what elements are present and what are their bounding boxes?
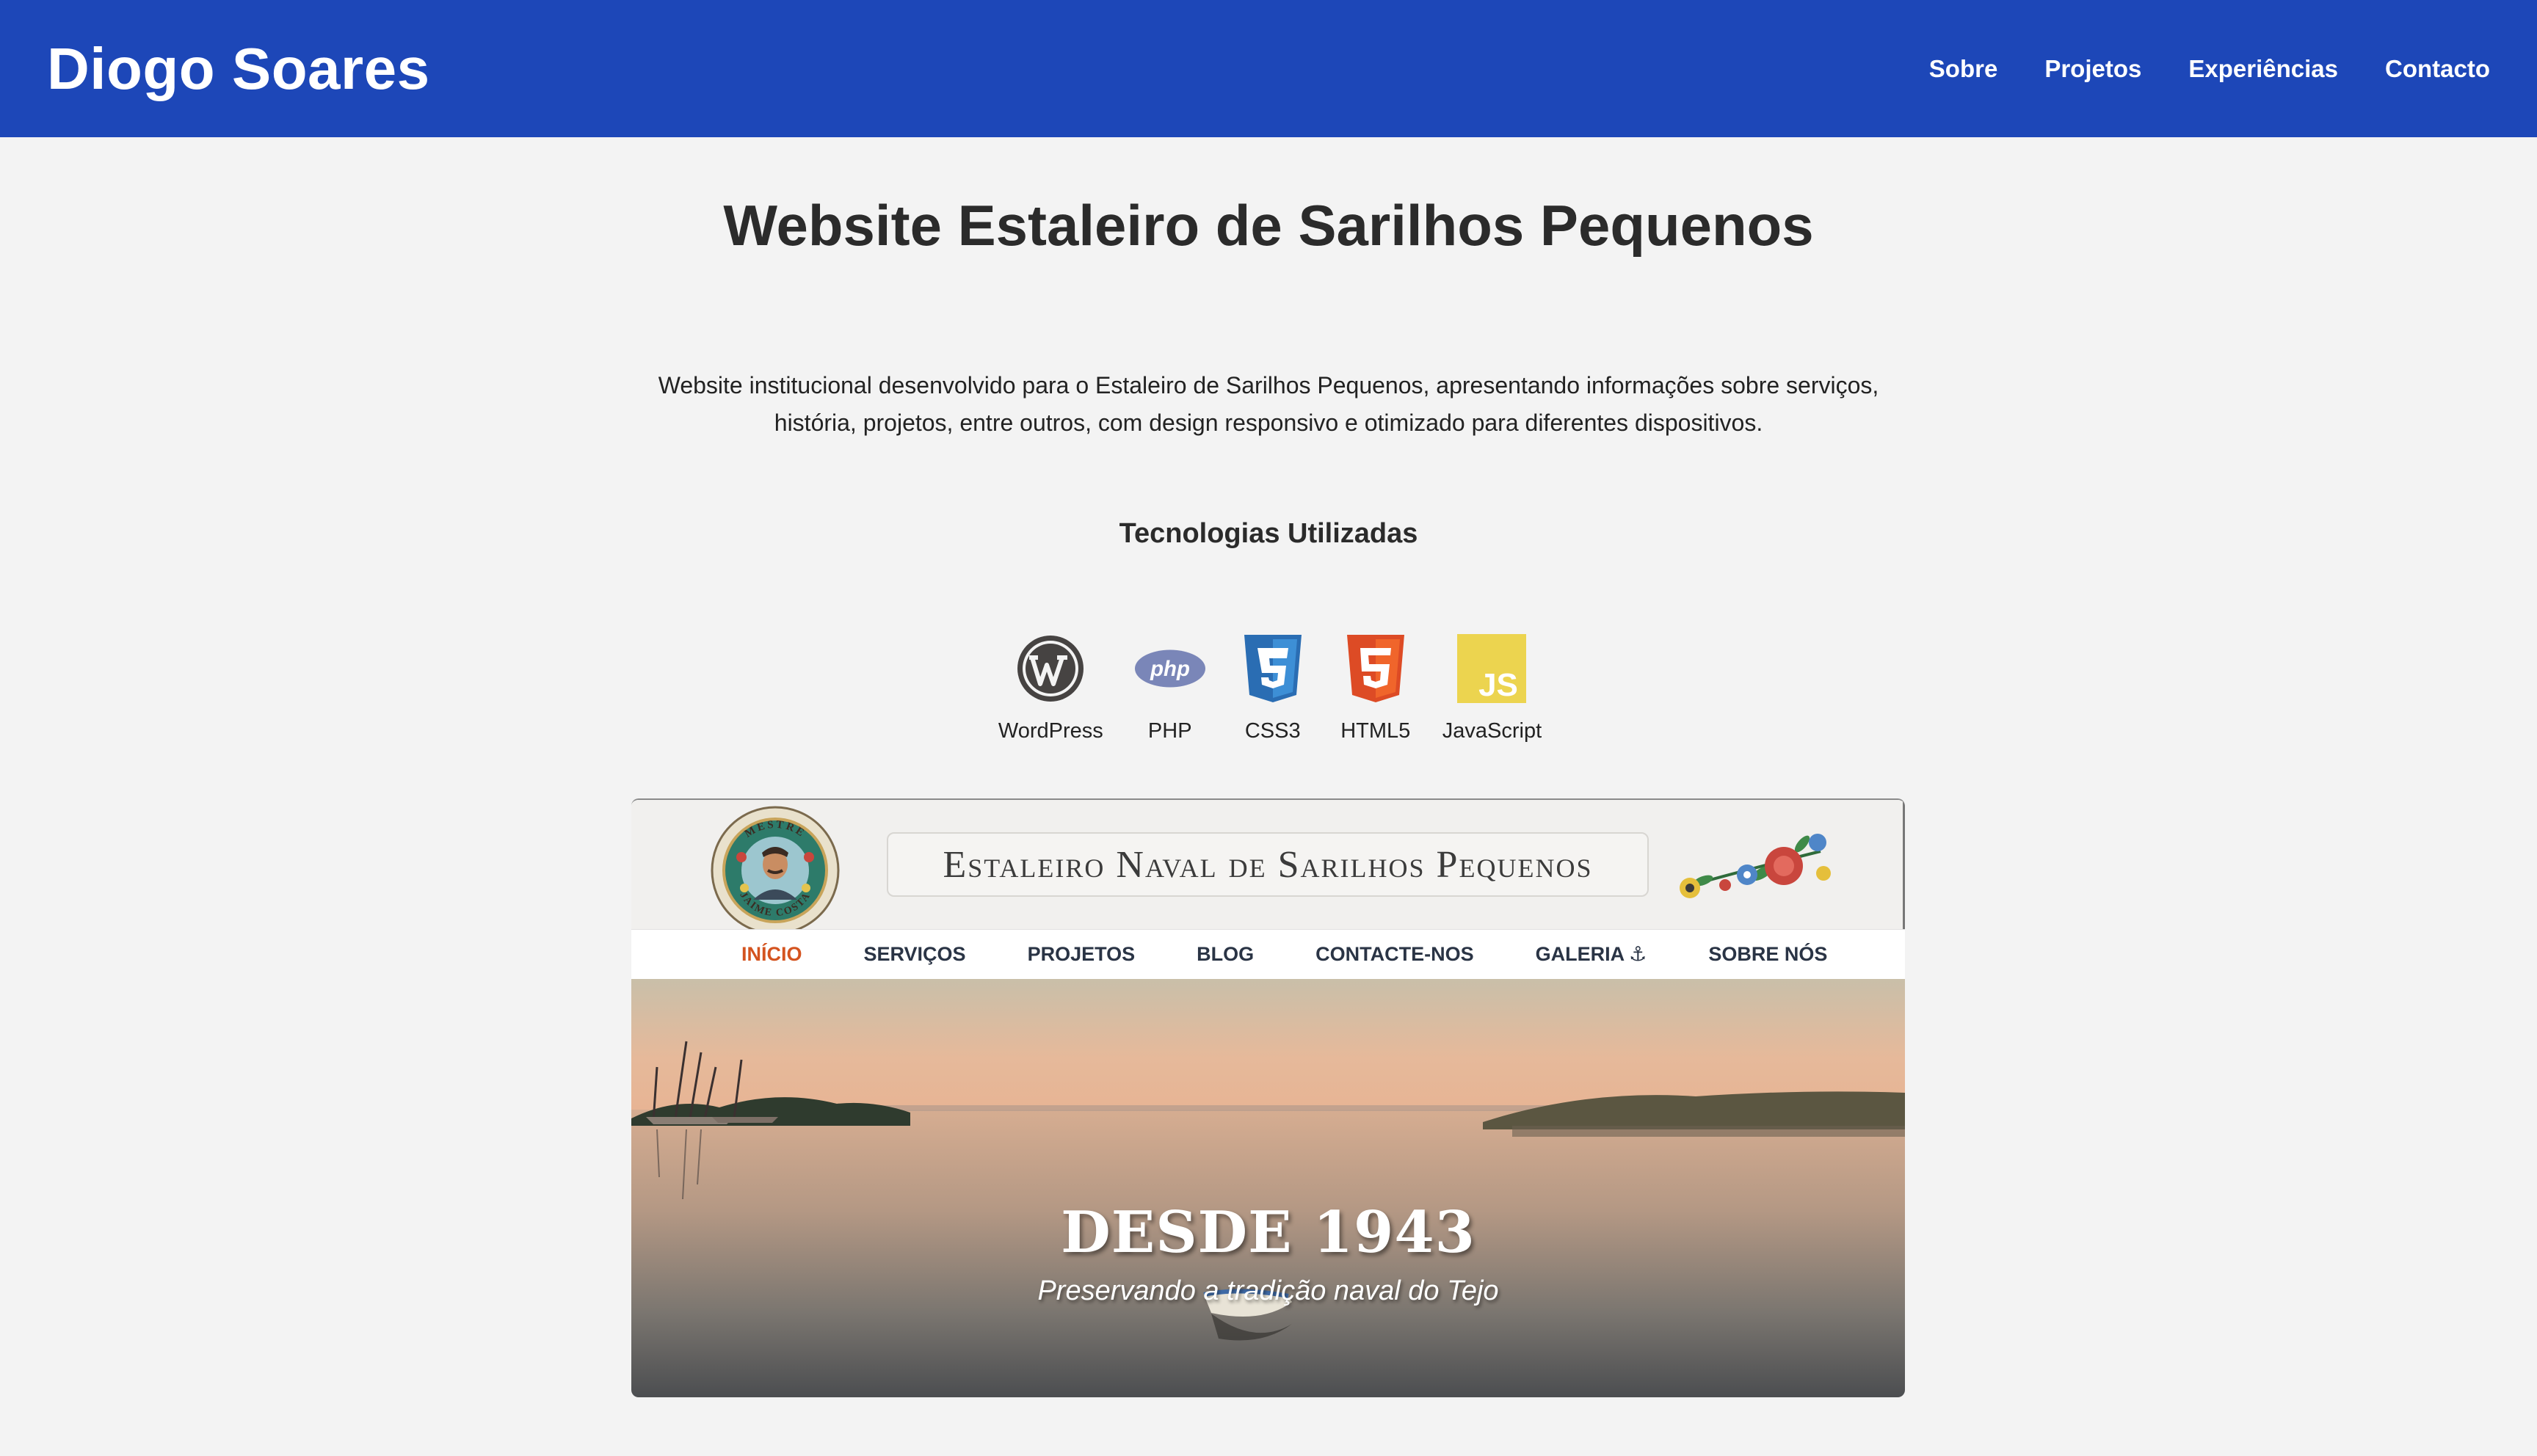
flowers-decoration-icon bbox=[1680, 834, 1831, 898]
anchor-icon: ⚓ bbox=[1629, 943, 1647, 965]
tech-item-javascript: JS JavaScript bbox=[1442, 633, 1542, 743]
php-icon: php bbox=[1134, 633, 1206, 705]
brand-logo-text[interactable]: Diogo Soares bbox=[47, 35, 430, 103]
tech-label: CSS3 bbox=[1244, 719, 1301, 743]
preview-nav: INÍCIO SERVIÇOS PROJETOS BLOG CONTACTE-N… bbox=[631, 929, 1905, 979]
technologies-heading: Tecnologias Utilizadas bbox=[1119, 518, 1418, 549]
nav-link-projetos[interactable]: Projetos bbox=[2044, 55, 2141, 83]
tech-label: PHP bbox=[1147, 719, 1192, 743]
preview-nav-galeria-label: GALERIA bbox=[1535, 943, 1625, 965]
nav-link-sobre[interactable]: Sobre bbox=[1929, 55, 1998, 83]
hero-title: DESDE 1943 bbox=[1061, 1199, 1476, 1266]
preview-site-title: Estaleiro Naval de Sarilhos Pequenos bbox=[887, 832, 1649, 897]
preview-nav-sobre-nos[interactable]: SOBRE NÓS bbox=[1708, 943, 1827, 966]
preview-site-header: MESTRE JAIME COSTA Estaleiro Naval de Sa… bbox=[631, 800, 1905, 935]
css3-icon bbox=[1237, 633, 1309, 705]
hero-subtitle: Preservando a tradição naval do Tejo bbox=[1037, 1275, 1499, 1306]
preview-hero: DESDE 1943 Preservando a tradição naval … bbox=[631, 979, 1905, 1397]
preview-nav-galeria[interactable]: GALERIA ⚓ bbox=[1536, 943, 1647, 966]
main-nav: Sobre Projetos Experiências Contacto bbox=[1929, 55, 2490, 83]
preview-nav-inicio[interactable]: INÍCIO bbox=[741, 943, 802, 966]
tech-label: JavaScript bbox=[1442, 719, 1542, 743]
javascript-icon: JS bbox=[1456, 633, 1528, 705]
tech-item-php: php PHP bbox=[1134, 633, 1206, 743]
svg-text:php: php bbox=[1150, 657, 1190, 681]
html5-icon bbox=[1340, 633, 1412, 705]
tech-label: HTML5 bbox=[1340, 719, 1411, 743]
preview-nav-blog[interactable]: BLOG bbox=[1197, 943, 1254, 966]
project-title: Website Estaleiro de Sarilhos Pequenos bbox=[723, 193, 1814, 258]
nav-link-contacto[interactable]: Contacto bbox=[2385, 55, 2490, 83]
preview-nav-servicos[interactable]: SERVIÇOS bbox=[864, 943, 966, 966]
project-screenshot[interactable]: MESTRE JAIME COSTA Estaleiro Naval de Sa… bbox=[631, 798, 1905, 1397]
seal-logo: MESTRE JAIME COSTA bbox=[711, 806, 840, 935]
preview-nav-projetos[interactable]: PROJETOS bbox=[1028, 943, 1136, 966]
nav-link-experiencias[interactable]: Experiências bbox=[2188, 55, 2338, 83]
hero-landscape-image bbox=[631, 979, 1905, 1397]
site-header: Diogo Soares Sobre Projetos Experiências… bbox=[0, 0, 2537, 137]
tech-label: WordPress bbox=[998, 719, 1103, 743]
tech-item-wordpress: WordPress bbox=[998, 633, 1103, 743]
svg-text:JS: JS bbox=[1479, 667, 1519, 703]
preview-nav-contacte-nos[interactable]: CONTACTE-NOS bbox=[1315, 943, 1474, 966]
wordpress-icon bbox=[1015, 633, 1086, 705]
technologies-list: WordPress php PHP CSS3 HTML5 JS JavaScri… bbox=[954, 633, 1586, 743]
project-description: Website institucional desenvolvido para … bbox=[658, 372, 1879, 436]
tech-item-css3: CSS3 bbox=[1237, 633, 1309, 743]
tech-item-html5: HTML5 bbox=[1340, 633, 1412, 743]
